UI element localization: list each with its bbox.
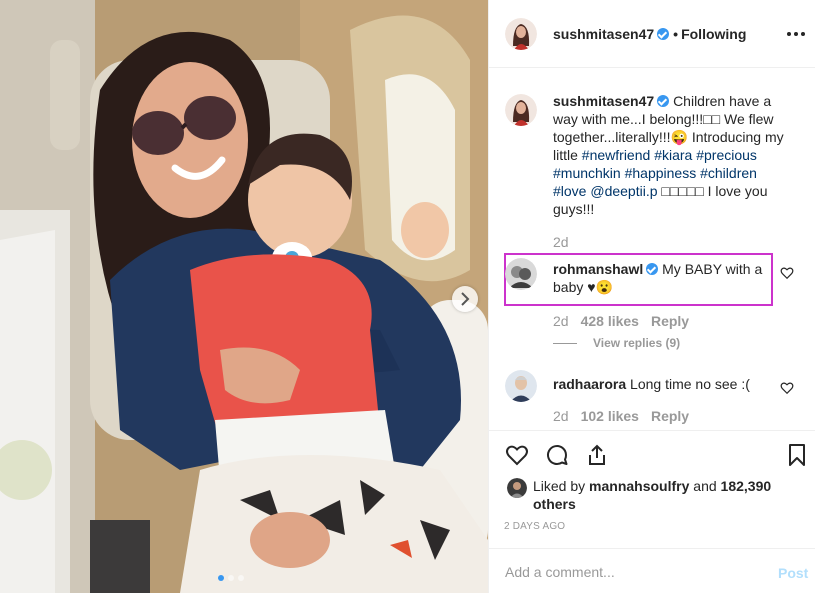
separator-dot: • [673, 26, 679, 42]
post-header: sushmitasen47 • Following [489, 0, 815, 68]
bookmark-icon[interactable] [785, 443, 809, 467]
hashtag-link[interactable]: #happiness [625, 165, 697, 181]
avatar[interactable] [505, 18, 537, 50]
verified-badge-icon [657, 95, 670, 107]
reply-button[interactable]: Reply [651, 408, 689, 424]
reply-button[interactable]: Reply [651, 313, 689, 329]
share-icon[interactable] [585, 443, 609, 467]
likes-text: Liked by mannahsoulfry and 182,390 other… [533, 477, 803, 513]
header-user-line: sushmitasen47 • Following [553, 26, 746, 42]
following-button[interactable]: Following [681, 26, 746, 42]
hashtag-link[interactable]: #children [700, 165, 757, 181]
rohmanshawl-avatar-image [505, 258, 537, 290]
like-heart-icon[interactable] [505, 443, 529, 467]
carousel-dot [238, 575, 244, 581]
post-comment-button[interactable]: Post [778, 565, 808, 581]
view-replies-button[interactable]: View replies (9) [553, 336, 680, 350]
hashtag-link[interactable]: #love [553, 183, 586, 199]
likes-prefix: Liked by [533, 478, 586, 494]
comment-like-heart-icon[interactable] [780, 381, 794, 395]
add-comment-input[interactable] [503, 563, 757, 581]
comment-text: Long time no see :( [630, 376, 750, 392]
caption-avatar-image [505, 94, 537, 126]
verified-badge-icon [646, 263, 659, 275]
radhaarora-avatar-image [505, 370, 537, 402]
avatar[interactable] [507, 478, 527, 498]
post-timestamp[interactable]: 2 DAYS AGO [504, 521, 565, 532]
hashtag-link[interactable]: #newfriend [582, 147, 651, 163]
liker-username[interactable]: mannahsoulfry [589, 478, 689, 494]
avatar[interactable] [505, 94, 537, 126]
mention-link[interactable]: @deeptii.p [590, 183, 657, 199]
comment-likes[interactable]: 428 likes [581, 313, 639, 329]
hashtag-link[interactable]: #kiara [654, 147, 692, 163]
post-photo[interactable] [0, 0, 488, 593]
verified-badge-icon [657, 28, 670, 40]
caption: sushmitasen47 Children have a way with m… [553, 92, 793, 218]
caption-time[interactable]: 2d [553, 234, 569, 250]
comment-username[interactable]: radhaarora [553, 376, 626, 392]
liker-avatar-image [507, 478, 527, 498]
author-avatar-image [505, 18, 537, 50]
hashtag-link[interactable]: #munchkin [553, 165, 621, 181]
carousel-next-button[interactable] [452, 286, 478, 312]
avatar[interactable] [505, 258, 537, 290]
carousel-dot-active [218, 575, 224, 581]
comments-list[interactable]: sushmitasen47 Children have a way with m… [489, 68, 815, 430]
comment-likes[interactable]: 102 likes [581, 408, 639, 424]
action-bar [489, 430, 815, 478]
photo-illustration [0, 0, 488, 593]
comment-meta: 2d 102 likes Reply [553, 408, 689, 424]
carousel-dot [228, 575, 234, 581]
comment-body: rohmanshawl My BABY with a baby ♥😮 [553, 260, 763, 296]
likes-joiner: and [693, 478, 717, 494]
avatar[interactable] [505, 370, 537, 402]
comment-time[interactable]: 2d [553, 408, 569, 424]
comment-meta: 2d 428 likes Reply [553, 313, 689, 329]
carousel-indicator [218, 575, 244, 581]
chevron-right-icon [461, 292, 470, 306]
hashtag-link[interactable]: #precious [696, 147, 757, 163]
more-options-icon[interactable] [787, 26, 805, 42]
caption-text-2: □□□□□ I love you guys!!! [553, 183, 768, 217]
caption-username[interactable]: sushmitasen47 [553, 93, 654, 109]
comment-time[interactable]: 2d [553, 313, 569, 329]
post-side-panel: sushmitasen47 •Following sushmitasen47 [488, 0, 815, 593]
comment-username[interactable]: rohmanshawl [553, 261, 643, 277]
instagram-post-modal: sushmitasen47 •Following sushmitasen47 [0, 0, 815, 593]
comment-composer: Post [489, 548, 815, 593]
comment-body: radhaarora Long time no see :( [553, 375, 763, 393]
comment-like-heart-icon[interactable] [780, 266, 794, 280]
author-username[interactable]: sushmitasen47 [553, 26, 654, 42]
comment-bubble-icon[interactable] [545, 443, 569, 467]
